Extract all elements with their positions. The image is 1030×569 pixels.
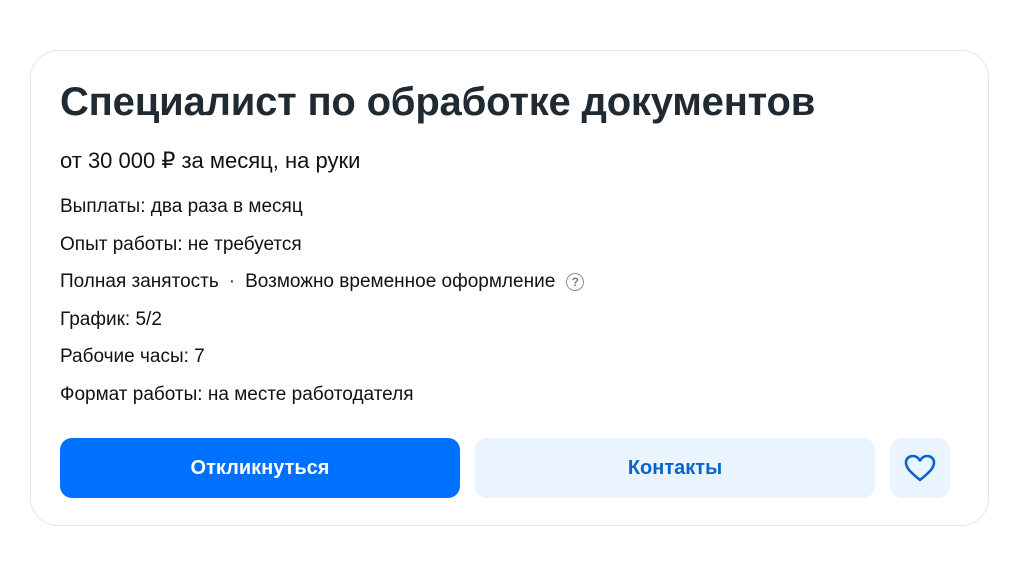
detail-hours: Рабочие часы: 7 [60,343,584,381]
separator-dot: · [228,271,236,293]
detail-experience: Опыт работы: не требуется [60,231,584,269]
detail-experience-text: Опыт работы: не требуется [60,233,302,255]
detail-employment-text: Полная занятость [60,271,219,293]
favorite-button[interactable] [890,438,950,498]
detail-schedule-text: График: 5/2 [60,308,162,330]
respond-button[interactable]: Откликнуться [60,438,460,498]
contacts-button[interactable]: Контакты [475,438,875,498]
vacancy-details-list: Выплаты: два раза в месяц Опыт работы: н… [60,193,585,419]
detail-employment: Полная занятость · Возможно временное оф… [60,268,585,306]
detail-payments: Выплаты: два раза в месяц [60,193,584,231]
detail-temporary-text: Возможно временное оформление [245,271,556,293]
detail-payments-text: Выплаты: два раза в месяц [60,196,303,217]
detail-schedule: График: 5/2 [60,306,584,344]
detail-format-text: Формат работы: на месте работодателя [60,383,414,405]
detail-format: Формат работы: на месте работодателя [60,381,584,419]
vacancy-title: Специалист по обработке документов [60,80,816,124]
salary-text: от 30 000 ₽ за месяц, на руки [60,148,361,173]
detail-hours-text: Рабочие часы: 7 [60,346,205,368]
heart-icon [904,454,936,482]
question-circle-icon[interactable]: ? [566,273,585,292]
vacancy-card: Специалист по обработке документов от 30… [30,50,989,526]
